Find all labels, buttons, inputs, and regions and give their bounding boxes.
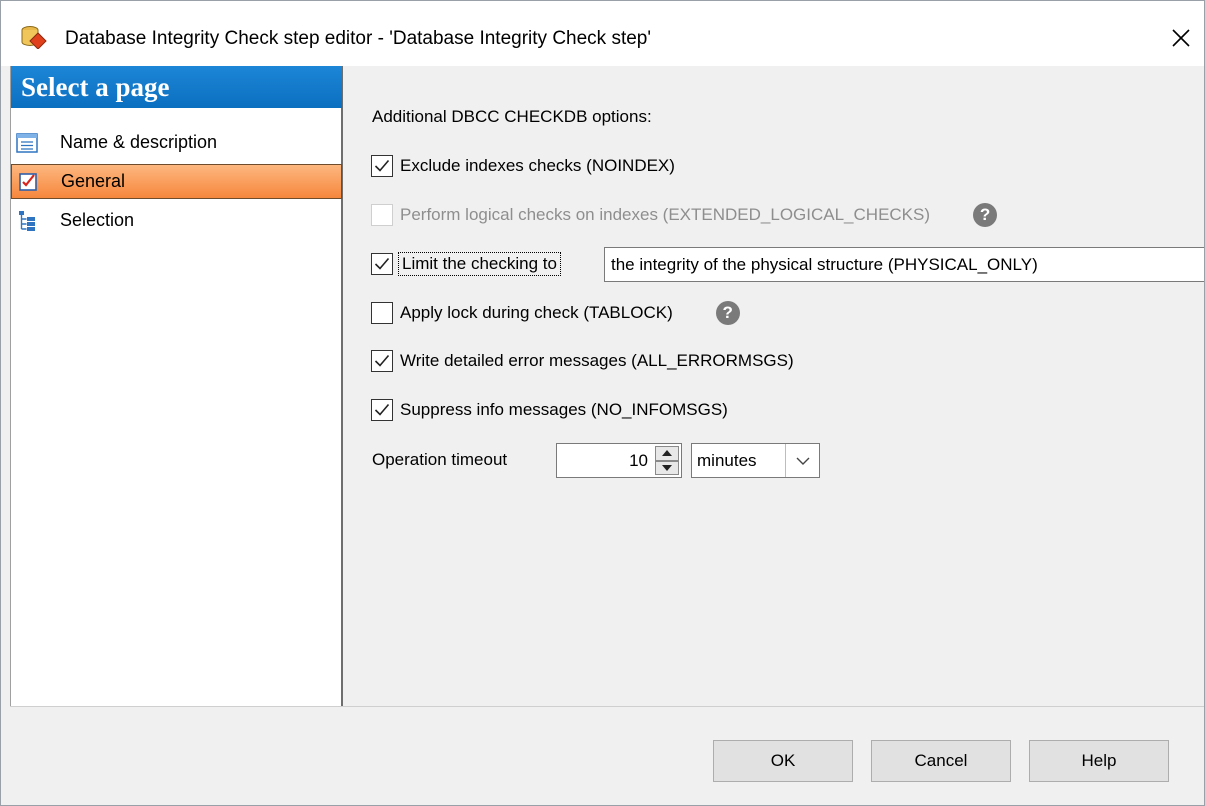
sidebar-item-label: Name & description [60, 132, 218, 152]
decrement-button[interactable] [655, 460, 679, 475]
all-errormsgs-option: Write detailed error messages (ALL_ERROR… [371, 348, 794, 374]
sidebar-item-label: Selection [60, 210, 135, 230]
spin-buttons [655, 446, 679, 475]
all-errormsgs-checkbox[interactable] [371, 350, 393, 372]
tablock-label: Apply lock during check (TABLOCK) [400, 303, 673, 322]
no-infomsgs-option: Suppress info messages (NO_INFOMSGS) [371, 397, 728, 423]
dialog-window: Database Integrity Check step editor - '… [0, 0, 1205, 806]
tablock-checkbox[interactable] [371, 302, 393, 324]
limit-option: Limit the checking to [371, 251, 561, 277]
timeout-unit-select[interactable]: minutes [691, 443, 820, 478]
window-title: Database Integrity Check step editor - '… [65, 28, 651, 49]
help-icon[interactable]: ? [973, 203, 998, 227]
tablock-option: Apply lock during check (TABLOCK) ? [371, 300, 740, 326]
arrow-down-icon [662, 464, 672, 471]
ok-button[interactable]: OK [713, 740, 853, 782]
chevron-down-icon[interactable] [785, 444, 819, 477]
general-page: Additional DBCC CHECKDB options: Exclude… [345, 66, 1204, 706]
close-button[interactable] [1158, 16, 1204, 60]
extended-logical-checkbox[interactable] [371, 204, 393, 226]
noindex-option: Exclude indexes checks (NOINDEX) [371, 153, 675, 179]
checkmark-icon [374, 403, 390, 416]
timeout-unit-value: minutes [697, 451, 757, 470]
no-infomsgs-label: Suppress info messages (NO_INFOMSGS) [400, 400, 728, 419]
close-icon [1172, 29, 1190, 47]
checkmark-icon [374, 257, 390, 270]
cancel-button[interactable]: Cancel [871, 740, 1011, 782]
extended-logical-label: Perform logical checks on indexes (EXTEN… [400, 205, 931, 224]
footer-divider [10, 706, 1204, 707]
sidebar-item-selection[interactable]: Selection [11, 203, 342, 238]
list-icon [14, 130, 40, 156]
arrow-up-icon [662, 450, 672, 457]
database-tool-icon [21, 25, 47, 50]
checkmark-icon [374, 354, 390, 367]
timeout-label: Operation timeout [372, 450, 508, 469]
title-bar: Database Integrity Check step editor - '… [1, 1, 1204, 66]
limit-label: Limit the checking to [398, 252, 561, 276]
options-heading: Additional DBCC CHECKDB options: [372, 107, 652, 126]
timeout-stepper[interactable]: 10 [556, 443, 682, 478]
timeout-value[interactable]: 10 [629, 444, 648, 477]
sidebar-item-label: General [61, 171, 126, 191]
noindex-label: Exclude indexes checks (NOINDEX) [400, 156, 675, 175]
page-selector: Select a page Name & description General [10, 66, 343, 706]
no-infomsgs-checkbox[interactable] [371, 399, 393, 421]
help-button[interactable]: Help [1029, 740, 1169, 782]
sidebar-header: Select a page [11, 66, 342, 108]
tree-icon [14, 208, 40, 234]
increment-button[interactable] [655, 446, 679, 461]
sidebar-item-general[interactable]: General [11, 164, 342, 199]
all-errormsgs-label: Write detailed error messages (ALL_ERROR… [400, 351, 794, 370]
noindex-checkbox[interactable] [371, 155, 393, 177]
limit-checkbox[interactable] [371, 253, 393, 275]
checklist-icon [15, 169, 41, 195]
checkmark-icon [374, 159, 390, 172]
help-icon[interactable]: ? [715, 301, 740, 325]
limit-scope-select[interactable]: the integrity of the physical structure … [604, 247, 1204, 282]
sidebar-item-name-description[interactable]: Name & description [11, 125, 342, 160]
extended-logical-option: Perform logical checks on indexes (EXTEN… [371, 202, 998, 228]
